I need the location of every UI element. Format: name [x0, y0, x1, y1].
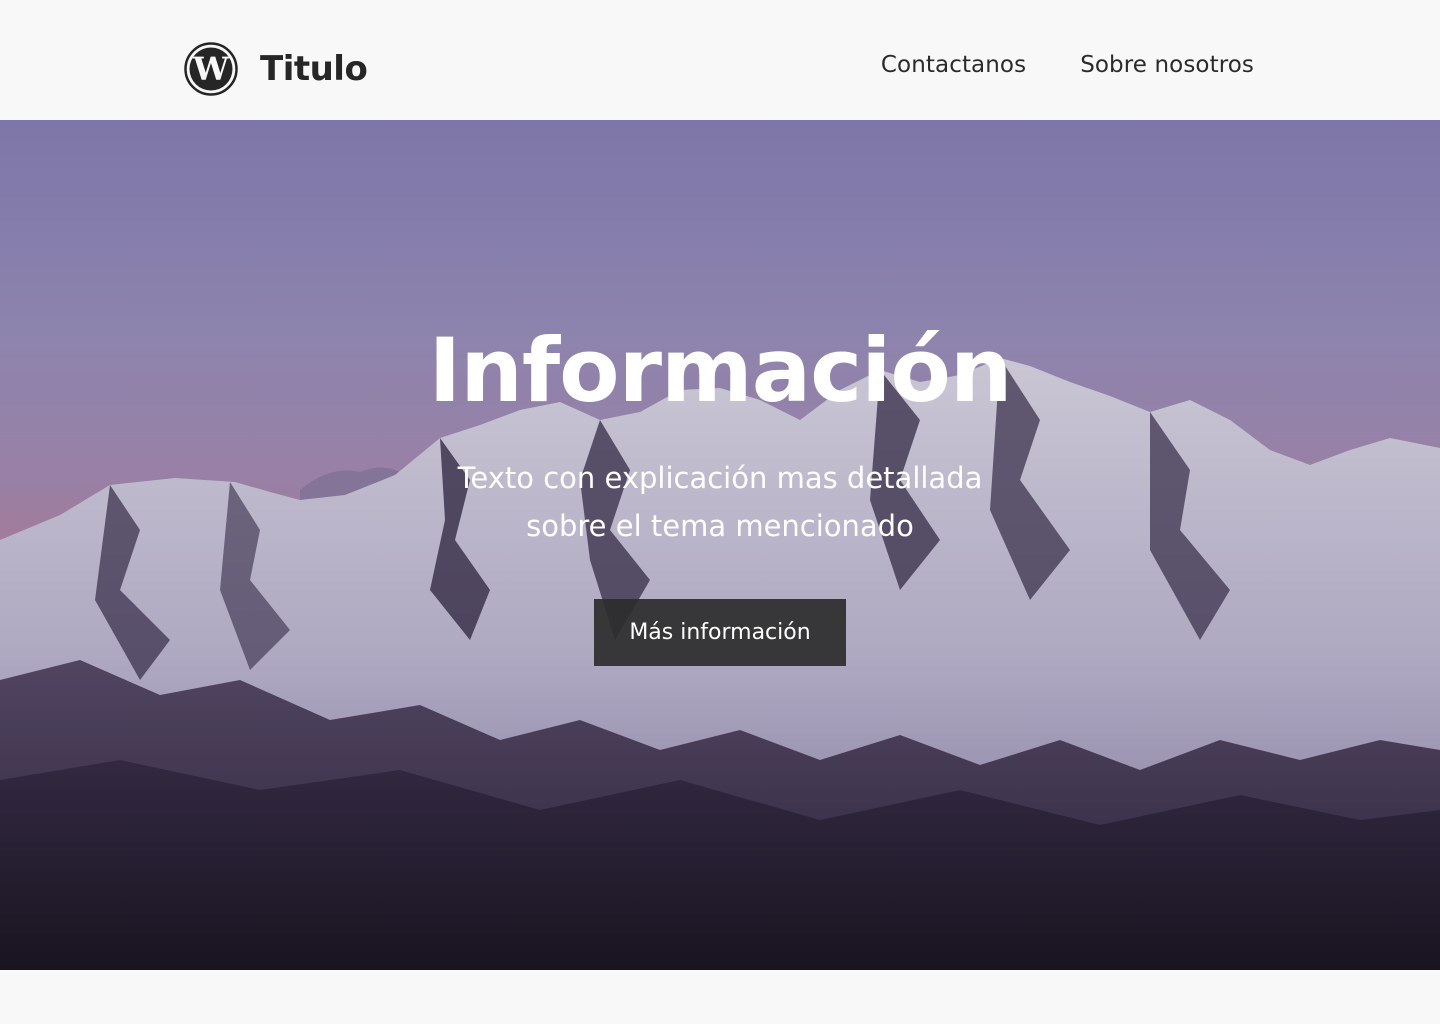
hero-title: Información	[428, 319, 1012, 422]
hero-subtitle: Texto con explicación mas detallada sobr…	[420, 454, 1020, 550]
more-info-button[interactable]: Más información	[594, 599, 846, 666]
hero-subtitle-line-2: sobre el tema mencionado	[526, 509, 914, 543]
page-bottom-area	[0, 970, 1440, 1024]
site-header: W Titulo Contactanos Sobre nosotros	[0, 0, 1440, 120]
site-title: Titulo	[260, 49, 368, 89]
main-nav: Contactanos Sobre nosotros	[881, 52, 1254, 78]
nav-about-link[interactable]: Sobre nosotros	[1080, 52, 1254, 78]
hero-content: Información Texto con explicación mas de…	[0, 120, 1440, 970]
hero-subtitle-line-1: Texto con explicación mas detallada	[457, 461, 983, 495]
brand-link[interactable]: W Titulo	[184, 42, 368, 96]
svg-text:W: W	[192, 50, 230, 88]
wordpress-logo-icon: W	[184, 42, 238, 96]
nav-contact-link[interactable]: Contactanos	[881, 52, 1026, 78]
hero-section: Información Texto con explicación mas de…	[0, 120, 1440, 970]
